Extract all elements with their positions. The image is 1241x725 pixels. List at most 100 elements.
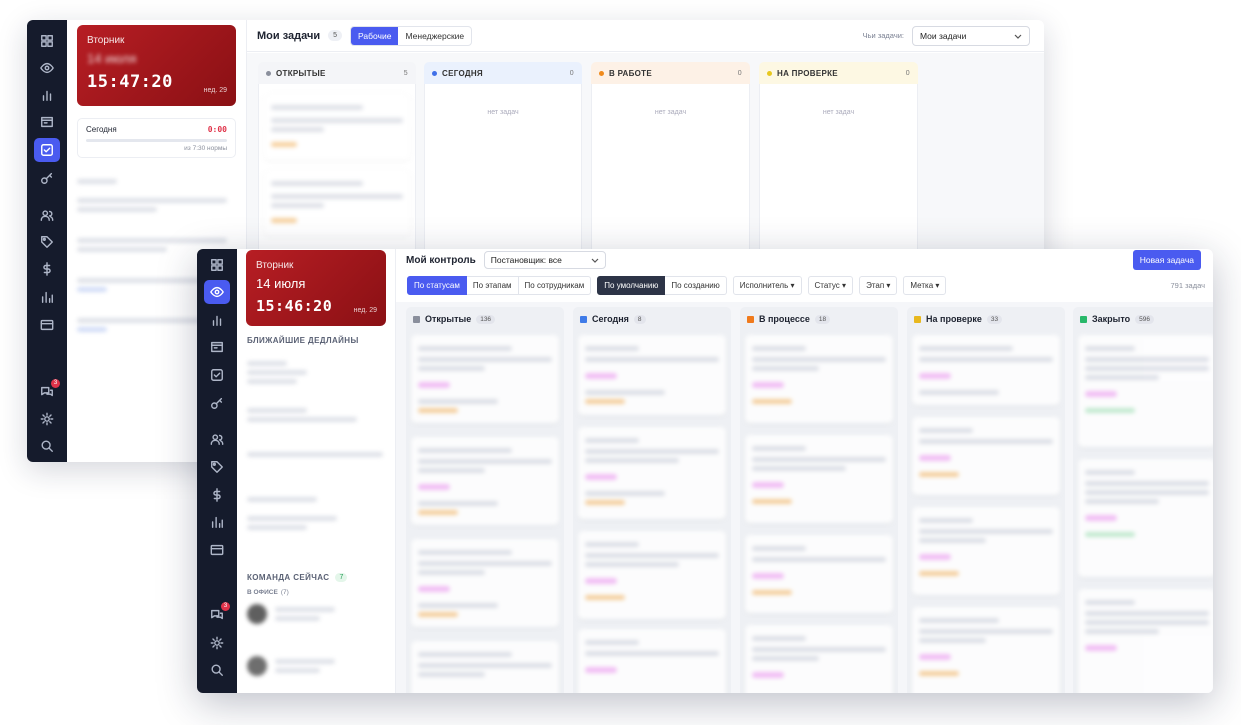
tag-icon[interactable] (204, 455, 230, 479)
status-square (747, 315, 754, 323)
grid-icon[interactable] (204, 253, 230, 277)
task-card[interactable] (264, 170, 410, 236)
setter-value: Постановщик: все (490, 255, 562, 265)
task-card[interactable] (912, 607, 1060, 693)
owner-select[interactable]: Мои задачи (912, 25, 1030, 46)
sort-toggle: По умолчанию По созданию (597, 276, 727, 295)
task-card[interactable] (912, 335, 1060, 405)
tag-icon[interactable] (34, 230, 60, 254)
stats-icon[interactable] (204, 510, 230, 534)
status-dot (599, 70, 604, 76)
group-by-employee[interactable]: По сотрудникам (518, 276, 592, 295)
column-count: 136 (476, 314, 496, 324)
users-icon[interactable] (34, 203, 60, 227)
stats-icon[interactable] (34, 285, 60, 309)
chat-icon[interactable]: 3 (34, 379, 60, 404)
empty-text: нет задач (654, 109, 687, 116)
task-card[interactable] (578, 629, 726, 693)
bar-chart-icon[interactable] (34, 83, 60, 107)
today-norm: из 7:30 нормы (184, 145, 227, 152)
check-square-icon[interactable] (204, 363, 230, 387)
column-title: НА ПРОВЕРКЕ (777, 68, 838, 78)
task-card[interactable] (1078, 459, 1213, 577)
column-title: В процессе (759, 314, 810, 324)
notification-badge: 3 (221, 602, 230, 611)
filter-label[interactable]: Метка ▾ (903, 276, 947, 295)
status-dot (432, 70, 437, 76)
task-count: 5 (328, 30, 343, 41)
new-task-button[interactable]: Новая задача (1132, 250, 1201, 270)
nav-rail: 3 (27, 20, 67, 462)
owner-label: Чьи задачи: (862, 31, 904, 40)
today-label: Сегодня (86, 125, 117, 134)
avatar (247, 656, 267, 676)
group-by-stage[interactable]: По этапам (466, 276, 519, 295)
task-card[interactable] (578, 427, 726, 519)
page-title: Мои задачи (257, 29, 321, 42)
settings-icon[interactable] (34, 407, 60, 431)
empty-text: нет задач (487, 109, 519, 116)
filter-stage[interactable]: Этап ▾ (859, 276, 898, 295)
setter-select[interactable]: Постановщик: все (483, 251, 606, 269)
key-icon[interactable] (204, 391, 230, 415)
settings-icon[interactable] (204, 631, 230, 655)
card-icon[interactable] (204, 538, 230, 562)
sort-default[interactable]: По умолчанию (597, 276, 666, 295)
card-icon[interactable] (34, 313, 60, 337)
task-card[interactable] (912, 417, 1060, 495)
task-card[interactable] (411, 437, 559, 525)
task-card[interactable] (411, 335, 559, 423)
task-card[interactable] (745, 535, 893, 613)
task-card[interactable] (1078, 335, 1213, 447)
task-card[interactable] (1078, 589, 1213, 693)
users-icon[interactable] (204, 427, 230, 451)
task-card[interactable] (411, 539, 559, 627)
column-count: 8 (633, 314, 646, 324)
tab-manager[interactable]: Менеджерские (398, 27, 471, 45)
eye-icon[interactable] (204, 280, 230, 304)
task-card[interactable] (745, 335, 893, 423)
sort-created[interactable]: По созданию (665, 276, 727, 295)
dollar-icon[interactable] (34, 257, 60, 281)
status-square (580, 315, 587, 323)
filter-assignee[interactable]: Исполнитель ▾ (732, 276, 802, 295)
status-square (914, 315, 921, 323)
column-in-progress: В процессе 18 (740, 307, 898, 693)
task-card[interactable] (745, 625, 893, 693)
today-tracker: Сегодня 0:00 из 7:30 нормы (77, 118, 236, 158)
column-title: На проверке (926, 314, 982, 324)
task-card[interactable] (411, 641, 559, 693)
key-icon[interactable] (34, 166, 60, 190)
task-card[interactable] (578, 335, 726, 415)
search-icon[interactable] (204, 658, 230, 682)
task-card[interactable] (745, 435, 893, 523)
status-dot (767, 70, 772, 76)
column-title: В РАБОТЕ (609, 68, 653, 78)
check-square-icon[interactable] (34, 138, 60, 162)
page-title: Мой контроль (406, 254, 476, 266)
empty-text: нет задач (822, 109, 855, 116)
tab-work[interactable]: Рабочие (351, 26, 399, 45)
column-title: Сегодня (592, 314, 629, 324)
clock-card: Вторник 14 июля 15:46:20 нед. 29 (246, 250, 386, 326)
team-count: 7 (335, 573, 348, 582)
clock-card: Вторник 14 июля 15:47:20 нед. 29 (77, 25, 236, 106)
news-icon[interactable] (204, 335, 230, 359)
column-open: Открытые 136 (406, 307, 564, 693)
column-count: 596 (1135, 314, 1154, 324)
grid-icon[interactable] (34, 29, 60, 53)
filter-status[interactable]: Статус ▾ (807, 276, 854, 295)
eye-icon[interactable] (34, 56, 60, 80)
news-icon[interactable] (34, 110, 60, 134)
task-card[interactable] (264, 94, 410, 160)
column-count: 0 (905, 69, 910, 77)
today-value: 0:00 (207, 125, 227, 134)
date: 14 июля (256, 276, 306, 291)
task-card[interactable] (578, 531, 726, 619)
chat-icon[interactable]: 3 (204, 602, 230, 627)
dollar-icon[interactable] (204, 483, 230, 507)
group-by-status[interactable]: По статусам (407, 276, 467, 295)
search-icon[interactable] (34, 434, 60, 458)
task-card[interactable] (912, 507, 1060, 595)
bar-chart-icon[interactable] (204, 308, 230, 332)
